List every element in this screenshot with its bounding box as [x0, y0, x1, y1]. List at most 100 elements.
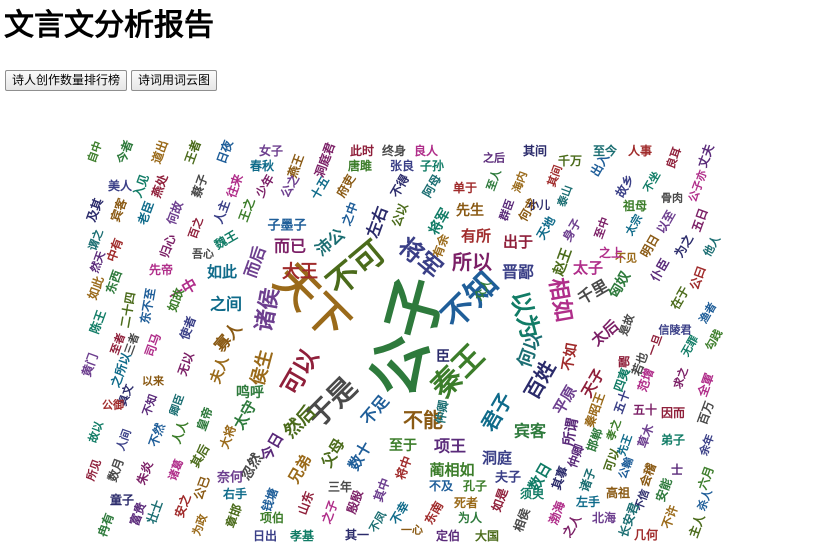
- cloud-word: 单于: [453, 180, 477, 195]
- cloud-word: 至人: [483, 166, 504, 192]
- cloud-word: 勾践: [702, 327, 725, 353]
- cloud-word: 黄门: [78, 351, 100, 379]
- cloud-word: 定伯: [436, 528, 460, 543]
- cloud-word: 自中: [84, 139, 105, 164]
- cloud-word: 诸侯: [251, 286, 284, 334]
- cloud-word: 项伯: [260, 510, 284, 525]
- cloud-word: 公曰: [687, 264, 708, 291]
- cloud-word: 至中: [591, 215, 612, 240]
- cloud-word: 诸子: [576, 466, 598, 494]
- cloud-word: 高祖: [606, 485, 630, 500]
- cloud-word: 骨肉: [661, 191, 683, 205]
- cloud-word: 奈何: [216, 470, 243, 486]
- cloud-word: 府吏: [333, 171, 358, 200]
- cloud-word: 晋鄙: [502, 263, 534, 282]
- cloud-word: 君子: [477, 389, 518, 436]
- cloud-word: 之上: [599, 245, 623, 260]
- cloud-word: 洞庭君: [311, 140, 337, 179]
- cloud-word: 百万: [695, 399, 716, 426]
- cloud-word: 归心: [156, 232, 178, 260]
- cloud-word: 之后: [483, 151, 505, 165]
- cloud-word: 之间: [210, 295, 242, 314]
- cloud-word: 草木: [634, 421, 657, 450]
- cloud-word: 右手: [222, 486, 247, 501]
- cloud-word: 大将: [216, 423, 238, 451]
- cloud-word: 东南: [421, 499, 446, 527]
- cloud-word: 往来: [223, 171, 246, 200]
- cloud-word: 匈奴: [605, 268, 634, 301]
- cloud-word: 士: [671, 462, 683, 477]
- cloud-word: 日出: [253, 528, 277, 543]
- poet-ranking-button[interactable]: 诗人创作数量排行榜: [5, 70, 128, 91]
- cloud-word: 天地: [533, 214, 558, 242]
- cloud-word: 左手: [575, 494, 600, 509]
- cloud-word: 美人: [108, 178, 133, 193]
- cloud-word: 大国: [475, 528, 499, 543]
- cloud-word: 魏王: [211, 227, 240, 252]
- cloud-word: 臣: [436, 349, 450, 365]
- cloud-word: 赵王: [549, 246, 575, 279]
- cloud-word: 钱塘: [258, 486, 280, 514]
- cloud-word: 道出: [148, 138, 170, 166]
- cloud-word: 今者: [113, 138, 136, 167]
- cloud-word: 良耳: [663, 145, 684, 170]
- cloud-word: 故以: [85, 419, 106, 444]
- word-cloud-button[interactable]: 诗词用词云图: [131, 70, 218, 91]
- cloud-word: 求之: [670, 365, 691, 390]
- cloud-word: 平原: [550, 383, 581, 418]
- cloud-word: 皇帝: [193, 405, 215, 433]
- cloud-word: 蔡子: [188, 172, 211, 201]
- cloud-word: 其中: [370, 476, 392, 504]
- cloud-word: 燕处: [148, 171, 171, 200]
- cloud-word: 故乡: [612, 172, 637, 200]
- cloud-word: 孝基: [289, 528, 315, 543]
- cloud-word: 终身: [382, 143, 406, 158]
- cloud-word: 夫人: [207, 353, 233, 386]
- cloud-word: 不得: [387, 172, 412, 200]
- cloud-word: 安能: [652, 476, 674, 504]
- cloud-word: 渤海: [545, 499, 567, 527]
- cloud-word: 此时: [350, 143, 374, 158]
- cloud-word: 相侯: [510, 505, 533, 534]
- cloud-word: 小儿: [527, 198, 550, 212]
- cloud-word: 三年: [328, 479, 352, 494]
- cloud-word: 一心: [401, 524, 423, 537]
- cloud-word: 安之: [171, 492, 193, 520]
- cloud-word: 所以: [452, 250, 492, 274]
- cloud-word: 及其: [83, 196, 105, 224]
- page-title: 文言文分析报告: [4, 8, 214, 43]
- cloud-word: 十五: [307, 174, 332, 202]
- cloud-word: 蔺相如: [429, 461, 474, 479]
- cloud-word: 如此: [207, 263, 237, 281]
- cloud-word: 不如: [559, 342, 581, 373]
- cloud-word: 有所: [461, 227, 491, 245]
- cloud-word: 明日: [638, 232, 662, 260]
- cloud-word: 二十四: [117, 291, 138, 329]
- cloud-word: 之中: [338, 200, 360, 228]
- cloud-word: 夫子: [495, 470, 521, 486]
- cloud-word: 左右: [362, 204, 391, 242]
- cloud-word: 谓之: [85, 227, 106, 252]
- cloud-word: 王者: [181, 138, 203, 166]
- cloud-word: 太宗: [622, 212, 646, 239]
- cloud-word: 春秋: [249, 158, 275, 173]
- cloud-word: 是故: [616, 311, 637, 338]
- cloud-word: 为人: [458, 510, 483, 525]
- cloud-word: 群臣: [496, 197, 517, 223]
- cloud-word: 不及: [429, 479, 454, 493]
- cloud-word: 全軍: [694, 371, 717, 400]
- cloud-word: 一旦: [645, 332, 665, 357]
- cloud-word: 弟子: [661, 432, 685, 447]
- cloud-word: 丈夫: [694, 141, 717, 170]
- cloud-word: 项王: [434, 437, 466, 456]
- cloud-word: 东不至: [137, 287, 158, 325]
- cloud-word: 须臾: [520, 486, 545, 501]
- cloud-word: 因而: [661, 405, 685, 420]
- cloud-word: 公子亦: [685, 168, 709, 204]
- cloud-word: 人人: [168, 417, 191, 446]
- cloud-word: 良人: [414, 143, 439, 158]
- cloud-word: 冉有: [94, 511, 116, 539]
- cloud-word: 其一: [345, 527, 369, 542]
- cloud-word: 至于: [389, 438, 417, 454]
- cloud-word: 他人: [700, 232, 724, 260]
